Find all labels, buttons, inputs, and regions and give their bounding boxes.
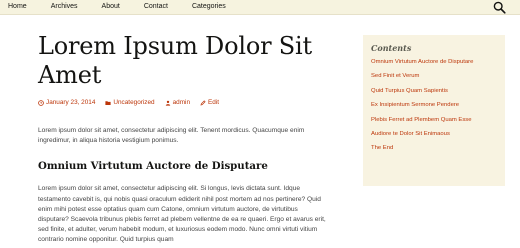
post-body-paragraph: Lorem ipsum dolor sit amet, consectetur … xyxy=(38,185,326,244)
nav-item-contact[interactable]: Contact xyxy=(132,0,180,15)
nav-item-archives[interactable]: Archives xyxy=(39,0,90,15)
post-intro: Lorem ipsum dolor sit amet, consectetur … xyxy=(38,127,305,145)
post-date-text: January 23, 2014 xyxy=(46,99,96,106)
user-icon xyxy=(165,100,171,106)
post-title: Lorem Ipsum Dolor Sit Amet xyxy=(38,32,312,89)
nav-menu: Home Archives About Contact Categories xyxy=(0,0,238,15)
contents-link[interactable]: The End xyxy=(371,145,497,152)
post-category-text: Uncategorized xyxy=(113,99,155,106)
post-author[interactable]: admin xyxy=(165,99,190,106)
nav-item-about[interactable]: About xyxy=(90,0,132,15)
post-article: Lorem Ipsum Dolor Sit Amet January 23, 2… xyxy=(38,32,328,246)
contents-link[interactable]: Audiore te Dolor Sit Enimaous xyxy=(371,131,497,138)
main-area: Lorem Ipsum Dolor Sit Amet January 23, 2… xyxy=(0,15,520,248)
section-heading: Omnium Virtutum Auctore de Disputare xyxy=(38,160,268,173)
contents-link[interactable]: Plebis Ferret ad Plembem Quam Esse xyxy=(371,117,497,124)
post-meta: January 23, 2014 Uncategorized admin Edi… xyxy=(38,99,328,106)
nav-item-home[interactable]: Home xyxy=(0,0,39,15)
contents-link[interactable]: Ex Insipientum Sermone Pendere xyxy=(371,102,497,109)
widget-title: Contents xyxy=(371,43,412,53)
contents-link[interactable]: Omnium Virtutum Auctore de Disputare xyxy=(371,59,497,66)
contents-widget: Contents Omnium Virtutum Auctore de Disp… xyxy=(363,35,505,186)
folder-icon xyxy=(105,100,111,106)
post-edit-text: Edit xyxy=(208,99,220,106)
contents-link[interactable]: Quid Turpius Quam Sapientis xyxy=(371,88,497,95)
pencil-icon xyxy=(200,99,206,106)
search-icon[interactable] xyxy=(493,1,506,14)
clock-icon xyxy=(38,99,44,106)
post-date[interactable]: January 23, 2014 xyxy=(38,99,95,106)
nav-item-categories[interactable]: Categories xyxy=(180,0,238,15)
post-author-text: admin xyxy=(172,99,191,106)
post-category[interactable]: Uncategorized xyxy=(105,99,155,106)
contents-link[interactable]: Sed Finit et Verum xyxy=(371,73,497,80)
top-navigation: Home Archives About Contact Categories xyxy=(0,0,520,15)
post-edit-link[interactable]: Edit xyxy=(200,99,219,106)
